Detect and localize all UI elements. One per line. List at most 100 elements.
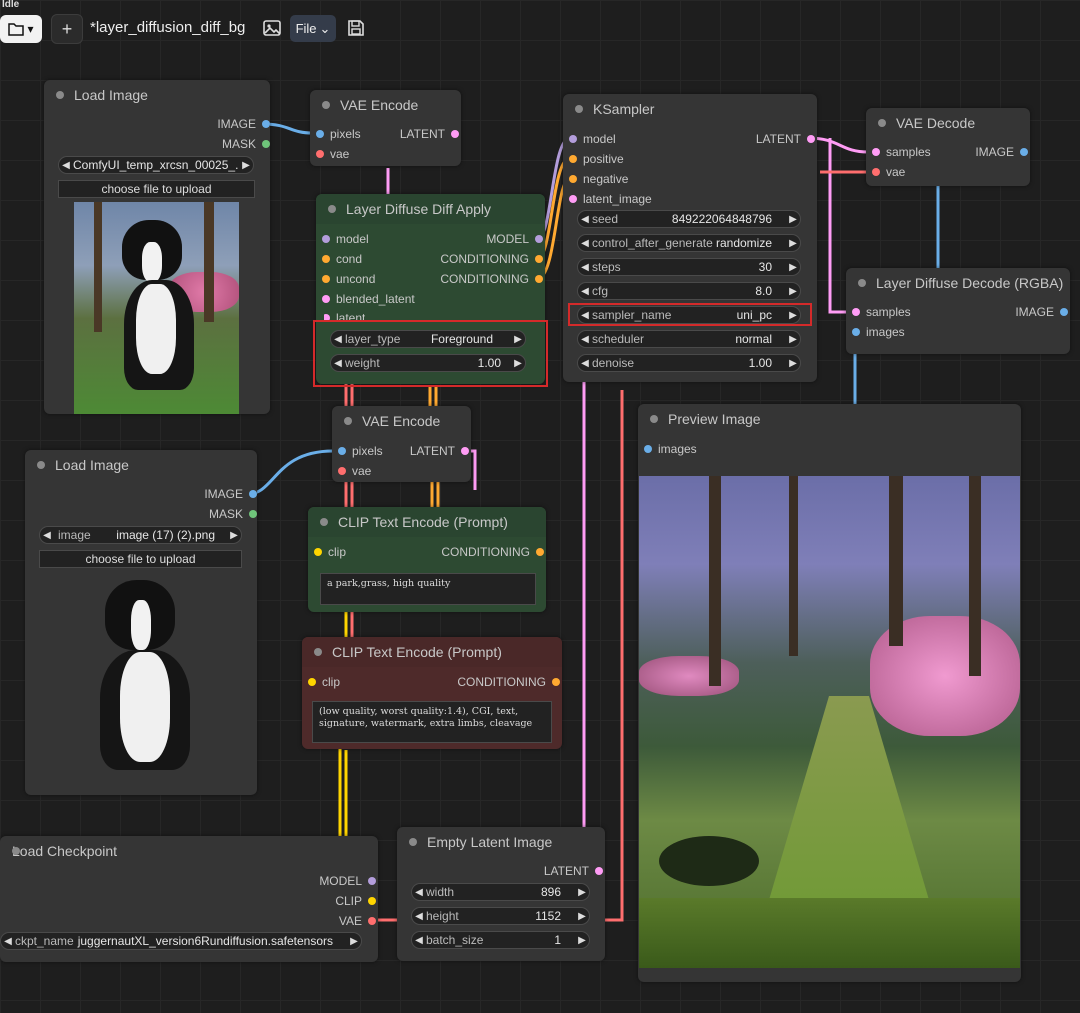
output-model[interactable]: MODEL: [486, 232, 543, 246]
input-images[interactable]: images: [644, 442, 697, 456]
node-title: Load Checkpoint: [0, 836, 378, 866]
arrow-left-icon: ◀: [581, 333, 589, 345]
output-clip[interactable]: CLIP: [335, 894, 376, 908]
upload-button[interactable]: choose file to upload: [39, 550, 242, 568]
output-mask[interactable]: MASK: [209, 507, 257, 521]
preview-image-node[interactable]: Preview Image images: [638, 404, 1021, 982]
arrow-left-icon: ◀: [415, 910, 423, 922]
file-menu-button[interactable]: File ⌄: [290, 15, 336, 42]
output-image[interactable]: IMAGE: [1015, 305, 1068, 319]
input-pixels[interactable]: pixels: [338, 444, 383, 458]
clip-text-encode-negative-node[interactable]: CLIP Text Encode (Prompt) clip CONDITION…: [302, 637, 562, 749]
image-select[interactable]: ◀ComfyUI_temp_xrcsn_00025_.png▶: [58, 156, 254, 174]
arrow-right-icon: ▶: [578, 886, 586, 898]
input-pixels[interactable]: pixels: [316, 127, 361, 141]
load-checkpoint-node[interactable]: Load Checkpoint MODEL CLIP VAE ◀ ckpt_nam…: [0, 836, 378, 962]
node-title: Layer Diffuse Diff Apply: [316, 194, 545, 224]
new-workflow-button[interactable]: +: [51, 14, 83, 44]
upload-button[interactable]: choose file to upload: [58, 180, 255, 198]
arrow-right-icon: ▶: [789, 333, 797, 345]
chevron-down-icon: ▾: [27, 22, 34, 36]
load-image-node-2[interactable]: Load Image IMAGE MASK ◀ image image (17) (…: [25, 450, 257, 795]
arrow-right-icon: ▶: [578, 934, 586, 946]
arrow-right-icon: ▶: [789, 237, 797, 249]
batch-size-input[interactable]: ◀ batch_size 1 ▶: [411, 931, 590, 949]
denoise-input[interactable]: ◀ denoise 1.00 ▶: [577, 354, 801, 372]
clip-text-encode-positive-node[interactable]: CLIP Text Encode (Prompt) clip CONDITION…: [308, 507, 546, 612]
output-latent[interactable]: LATENT: [400, 127, 459, 141]
scheduler-select[interactable]: ◀ scheduler normal ▶: [577, 330, 801, 348]
arrow-left-icon: ◀: [43, 529, 51, 541]
load-image-node-1[interactable]: Load Image IMAGE MASK ◀ ComfyUI_temp_xrcs…: [44, 80, 270, 414]
wire-image-2: [247, 449, 334, 496]
width-input[interactable]: ◀ width 896 ▶: [411, 883, 590, 901]
empty-latent-image-node[interactable]: Empty Latent Image LATENT ◀ width 896 ▶ ◀ he…: [397, 827, 605, 961]
arrow-right-icon: ▶: [789, 285, 797, 297]
output-conditioning[interactable]: CONDITIONING: [441, 545, 544, 559]
output-image[interactable]: IMAGE: [217, 117, 270, 131]
input-vae[interactable]: vae: [872, 165, 905, 179]
node-title: Load Image: [44, 80, 270, 110]
seed-input[interactable]: ◀ seed 849222064848796 ▶: [577, 210, 801, 228]
output-model[interactable]: MODEL: [319, 874, 376, 888]
positive-prompt-text[interactable]: a park,grass, high quality: [320, 573, 536, 605]
input-samples[interactable]: samples: [852, 305, 911, 319]
image-select[interactable]: ◀ image image (17) (2).png ▶: [39, 526, 242, 544]
input-vae[interactable]: vae: [316, 147, 349, 161]
output-mask[interactable]: MASK: [222, 137, 270, 151]
workflow-menu-button[interactable]: ▾: [0, 15, 42, 43]
node-title: Load Image: [25, 450, 257, 480]
ckpt-name-select[interactable]: ◀ ckpt_name juggernautXL_version6Rundiffus…: [0, 932, 362, 950]
input-samples[interactable]: samples: [872, 145, 931, 159]
output-image[interactable]: IMAGE: [204, 487, 257, 501]
arrow-left-icon: ◀: [415, 934, 423, 946]
input-images[interactable]: images: [852, 325, 905, 339]
control-after-generate-select[interactable]: ◀ control_after_generate randomize ▶: [577, 234, 801, 252]
height-input[interactable]: ◀ height 1152 ▶: [411, 907, 590, 925]
arrow-left-icon: ◀: [581, 237, 589, 249]
node-title: CLIP Text Encode (Prompt): [302, 637, 562, 667]
input-vae[interactable]: vae: [338, 464, 371, 478]
output-conditioning[interactable]: CONDITIONING: [457, 675, 560, 689]
vae-decode-node[interactable]: VAE Decode samples vae IMAGE: [866, 108, 1030, 186]
arrow-right-icon: ▶: [578, 910, 586, 922]
highlight-box-layer-settings: [313, 320, 548, 387]
arrow-left-icon: ◀: [581, 213, 589, 225]
output-conditioning[interactable]: CONDITIONING: [440, 252, 543, 266]
cfg-input[interactable]: ◀ cfg 8.0 ▶: [577, 282, 801, 300]
input-positive[interactable]: positive: [569, 152, 624, 166]
negative-prompt-text[interactable]: (low quality, worst quality:1.4), CGI, t…: [312, 701, 552, 743]
input-blended-latent[interactable]: blended_latent: [322, 292, 415, 306]
ksampler-node[interactable]: KSampler model positive negative latent_…: [563, 94, 817, 382]
input-clip[interactable]: clip: [314, 545, 346, 559]
input-model[interactable]: model: [322, 232, 369, 246]
output-latent[interactable]: LATENT: [410, 444, 469, 458]
input-negative[interactable]: negative: [569, 172, 628, 186]
input-latent-image[interactable]: latent_image: [569, 192, 652, 206]
vae-encode-node-2[interactable]: VAE Encode pixels vae LATENT: [332, 406, 471, 482]
output-latent[interactable]: LATENT: [756, 132, 815, 146]
input-model[interactable]: model: [569, 132, 616, 146]
arrow-left-icon: ◀: [62, 159, 70, 171]
output-vae[interactable]: VAE: [339, 914, 376, 928]
node-title: KSampler: [563, 94, 817, 124]
arrow-left-icon: ◀: [415, 886, 423, 898]
status-text: Idle: [2, 0, 20, 10]
input-cond[interactable]: cond: [322, 252, 362, 266]
vae-encode-node-1[interactable]: VAE Encode pixels vae LATENT: [310, 90, 461, 166]
input-clip[interactable]: clip: [308, 675, 340, 689]
output-conditioning-2[interactable]: CONDITIONING: [440, 272, 543, 286]
node-title: CLIP Text Encode (Prompt): [308, 507, 546, 537]
layer-diffuse-decode-node[interactable]: Layer Diffuse Decode (RGBA) samples imag…: [846, 268, 1070, 354]
save-icon[interactable]: [346, 18, 366, 38]
steps-input[interactable]: ◀ steps 30 ▶: [577, 258, 801, 276]
dog-cutout-preview: [95, 580, 205, 775]
output-image[interactable]: IMAGE: [975, 145, 1028, 159]
input-uncond[interactable]: uncond: [322, 272, 375, 286]
generated-image-preview: [639, 476, 1020, 968]
node-title: VAE Encode: [332, 406, 471, 436]
highlight-box-sampler-name: [568, 303, 812, 326]
output-latent[interactable]: LATENT: [544, 864, 603, 878]
image-icon[interactable]: [262, 18, 282, 38]
node-title: Preview Image: [638, 404, 1021, 434]
